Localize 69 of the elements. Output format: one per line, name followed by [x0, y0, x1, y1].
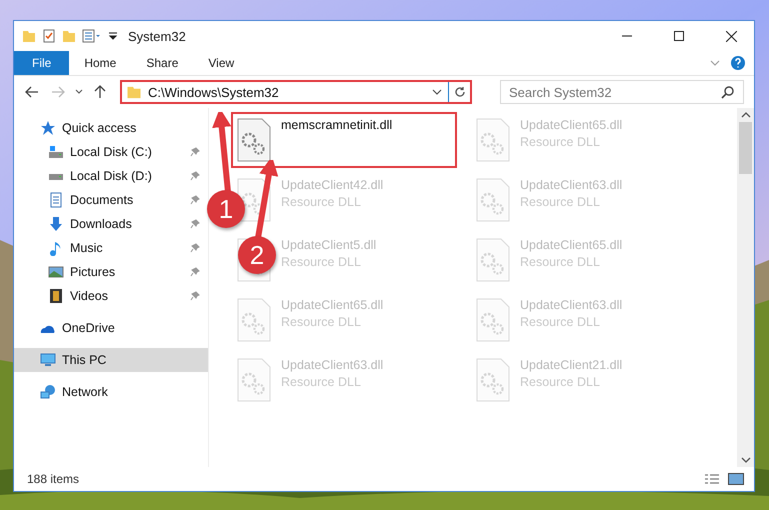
nav-item[interactable]: Downloads: [14, 212, 208, 236]
pin-icon[interactable]: [190, 147, 200, 157]
nav-label: Music: [70, 241, 103, 255]
nav-item[interactable]: Local Disk (C:): [14, 140, 208, 164]
nav-item[interactable]: OneDrive: [14, 316, 208, 340]
details-view-icon[interactable]: [704, 474, 720, 484]
nav-label: Local Disk (C:): [70, 145, 152, 159]
drive-icon: [48, 172, 64, 180]
ribbon-tab[interactable]: Home: [69, 51, 132, 75]
pin-icon[interactable]: [190, 243, 200, 253]
nav-label: Documents: [70, 193, 134, 207]
pin-icon[interactable]: [190, 267, 200, 277]
nav-label: OneDrive: [62, 321, 115, 335]
pin-icon[interactable]: [190, 219, 200, 229]
nav-label: Downloads: [70, 217, 132, 231]
nav-label: This PC: [62, 353, 106, 367]
search-icon[interactable]: [721, 85, 735, 99]
monitor-icon: [40, 352, 56, 368]
dropdown-icon[interactable]: [432, 89, 442, 95]
item-count: 188 items: [27, 472, 80, 486]
nav-item[interactable]: Network: [14, 380, 208, 404]
up-arrow-icon: [94, 85, 106, 99]
large-icons-view-icon[interactable]: [728, 473, 744, 485]
picture-icon: [48, 264, 64, 280]
nav-label: Network: [62, 385, 108, 399]
nav-label: Videos: [70, 289, 108, 303]
ribbon-tab[interactable]: View: [193, 51, 250, 75]
file-menu-button[interactable]: File: [14, 51, 70, 75]
help-icon[interactable]: [730, 55, 746, 71]
address-bar[interactable]: C:\Windows\System32: [120, 80, 472, 104]
folder-icon: [126, 86, 142, 98]
chevron-down-icon[interactable]: [710, 60, 720, 66]
nav-item[interactable]: This PC: [14, 348, 208, 372]
drive-icon: [48, 144, 64, 160]
close-icon: [726, 30, 736, 42]
customize-toolbar-icon[interactable]: [108, 32, 118, 40]
forward-arrow-icon: [51, 86, 65, 98]
file-name[interactable]: memscramnetinit.dll: [281, 118, 392, 132]
star-icon: [40, 120, 56, 136]
properties-icon[interactable]: [42, 29, 56, 43]
scrollbar[interactable]: [737, 108, 754, 467]
network-icon: [40, 384, 56, 400]
refresh-icon: [454, 86, 466, 98]
pin-icon[interactable]: [190, 291, 200, 301]
scroll-thumb[interactable]: [739, 122, 752, 174]
nav-item[interactable]: Documents: [14, 188, 208, 212]
film-icon: [48, 288, 64, 304]
nav-item[interactable]: Pictures: [14, 260, 208, 284]
view-options-icon[interactable]: [82, 29, 102, 43]
download-icon: [48, 216, 64, 232]
selected-file-box[interactable]: memscramnetinit.dll: [231, 112, 457, 168]
pin-icon[interactable]: [190, 171, 200, 181]
ribbon-tab[interactable]: Share: [131, 51, 194, 75]
nav-label: Local Disk (D:): [70, 169, 152, 183]
minimize-icon: [622, 35, 632, 37]
back-arrow-icon: [25, 86, 39, 98]
nav-item[interactable]: Quick access: [14, 116, 208, 140]
window-title: System32: [128, 28, 187, 44]
pin-icon[interactable]: [190, 195, 200, 205]
maximize-icon: [674, 31, 684, 41]
nav-label: Pictures: [70, 265, 116, 279]
address-path: C:\Windows\System32: [148, 84, 280, 100]
search-box[interactable]: Search System32: [500, 80, 744, 104]
nav-item[interactable]: Local Disk (D:): [14, 164, 208, 188]
caret-icon: [75, 89, 83, 95]
nav-item[interactable]: Music: [14, 236, 208, 260]
nav-item[interactable]: Videos: [14, 284, 208, 308]
nav-label: Quick access: [62, 121, 136, 135]
document-icon: [48, 192, 64, 208]
